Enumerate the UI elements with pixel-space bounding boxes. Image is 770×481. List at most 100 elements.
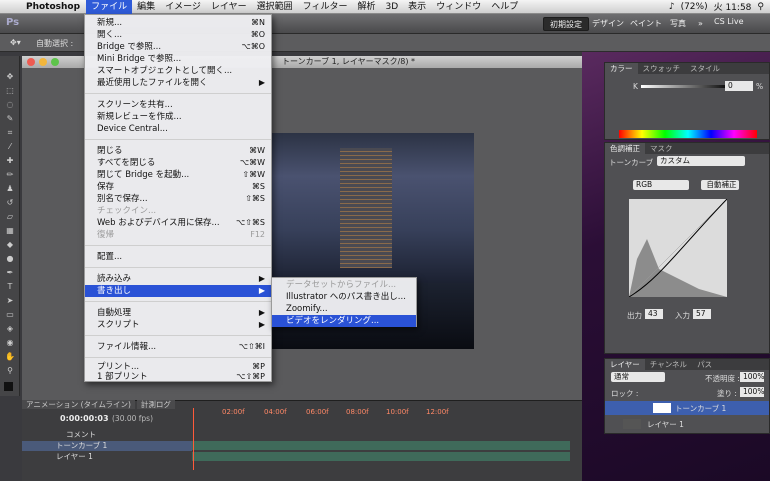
clock[interactable]: 火 11:58 (714, 0, 752, 13)
lasso-tool-icon[interactable]: ◌ (4, 100, 16, 110)
track-layer1[interactable] (192, 452, 570, 461)
tab-color[interactable]: カラー (605, 63, 638, 74)
menu-item-save-for-web[interactable]: Web およびデバイス用に保存... ⌥⇧⌘S (85, 217, 271, 229)
menu-item-device-central[interactable]: Device Central... (85, 123, 271, 135)
marquee-tool-icon[interactable]: ⬚ (4, 86, 16, 96)
menu-view[interactable]: 表示 (403, 0, 431, 14)
menu-item-create-review[interactable]: 新規レビューを作成... (85, 111, 271, 123)
auto-select-checkbox[interactable]: 自動選択 : (36, 38, 73, 49)
auto-button[interactable]: 自動補正 (701, 180, 739, 190)
menu-item-close-go-bridge[interactable]: 閉じて Bridge を起動... ⇧⌘W (85, 169, 271, 181)
menu-item-automate[interactable]: 自動処理 ▶ (85, 307, 271, 319)
type-tool-icon[interactable]: T (4, 282, 16, 292)
move-tool-icon[interactable]: ✥ (4, 72, 16, 82)
tab-swatches[interactable]: スウォッチ (638, 63, 686, 74)
menu-item-save[interactable]: 保存 ⌘S (85, 181, 271, 193)
layer-row-curves[interactable]: トーンカーブ 1 (605, 401, 769, 415)
menu-item-open-smart-object[interactable]: スマートオブジェクトとして開く... (85, 65, 271, 77)
menu-item-share-screen[interactable]: スクリーンを共有... (85, 99, 271, 111)
layer-row-1[interactable]: レイヤー 1 (605, 417, 769, 431)
path-select-icon[interactable]: ➤ (4, 296, 16, 306)
close-window-icon[interactable] (27, 58, 35, 66)
menu-3d[interactable]: 3D (381, 0, 404, 14)
menu-layer[interactable]: レイヤー (206, 0, 252, 14)
output-field[interactable]: 43 (645, 309, 663, 319)
battery-status[interactable]: (72%) (681, 2, 708, 12)
tab-styles[interactable]: スタイル (685, 63, 725, 74)
tab-masks[interactable]: マスク (645, 143, 678, 154)
menu-image[interactable]: イメージ (160, 0, 206, 14)
menu-item-save-as[interactable]: 別名で保存... ⇧⌘S (85, 193, 271, 205)
tab-adjustments[interactable]: 色調補正 (605, 143, 645, 154)
timeline-row-curves[interactable]: トーンカーブ 1 (22, 441, 192, 451)
crop-tool-icon[interactable]: ⌗ (4, 128, 16, 138)
history-brush-icon[interactable]: ↺ (4, 198, 16, 208)
blur-tool-icon[interactable]: ◆ (4, 240, 16, 250)
menu-item-print-one-copy[interactable]: 1 部プリント ⌥⇧⌘P (85, 371, 271, 383)
workspace-more[interactable]: » (692, 17, 709, 31)
menu-analysis[interactable]: 解析 (353, 0, 381, 14)
foreground-color-swatch[interactable] (4, 382, 13, 391)
timeline-row-comment[interactable]: コメント (22, 430, 192, 440)
menu-item-new[interactable]: 新規... ⌘N (85, 17, 271, 29)
menu-filter[interactable]: フィルター (298, 0, 353, 14)
brush-tool-icon[interactable]: ✏ (4, 170, 16, 180)
menu-item-open-recent[interactable]: 最近使用したファイルを開く ▶ (85, 77, 271, 89)
workspace-essentials[interactable]: 初期設定 (543, 17, 589, 31)
submenu-item-zoomify[interactable]: Zoomify... (272, 303, 416, 315)
color-ramp[interactable] (619, 130, 757, 138)
channel-select[interactable]: RGB (633, 180, 689, 190)
menu-item-close[interactable]: 閉じる ⌘W (85, 145, 271, 157)
timeline-row-layer1[interactable]: レイヤー 1 (22, 452, 192, 462)
cs-live-button[interactable]: CS Live (714, 17, 744, 26)
k-value-field[interactable]: 0 (725, 81, 753, 91)
menu-item-import[interactable]: 読み込み ▶ (85, 273, 271, 285)
app-menu[interactable]: Photoshop (20, 2, 86, 12)
tab-animation-timeline[interactable]: アニメーション (タイムライン) (22, 400, 135, 409)
menu-file[interactable]: ファイル (86, 0, 133, 14)
pen-tool-icon[interactable]: ✒ (4, 268, 16, 278)
zoom-tool-icon[interactable]: ⚲ (4, 366, 16, 376)
workspace-photo[interactable]: 写真 (664, 17, 692, 31)
menu-help[interactable]: ヘルプ (486, 0, 523, 14)
playhead[interactable] (193, 408, 194, 470)
spotlight-icon[interactable]: ⚲ (757, 2, 764, 12)
gradient-tool-icon[interactable]: ▦ (4, 226, 16, 236)
track-curves[interactable] (192, 441, 570, 450)
menu-item-browse-bridge[interactable]: Bridge で参照... ⌥⌘O (85, 41, 271, 53)
dodge-tool-icon[interactable]: ● (4, 254, 16, 264)
curves-preset-select[interactable]: カスタム (657, 156, 745, 166)
menu-select[interactable]: 選択範囲 (252, 0, 298, 14)
quick-select-tool-icon[interactable]: ✎ (4, 114, 16, 124)
submenu-item-paths-to-illustrator[interactable]: Illustrator へのパス書き出し... (272, 291, 416, 303)
menu-item-file-info[interactable]: ファイル情報... ⌥⇧⌘I (85, 341, 271, 353)
shape-tool-icon[interactable]: ▭ (4, 310, 16, 320)
zoom-window-icon[interactable] (51, 58, 59, 66)
menu-item-export[interactable]: 書き出し ▶ (85, 285, 271, 297)
tab-channels[interactable]: チャンネル (645, 359, 692, 370)
k-slider[interactable] (641, 85, 731, 88)
eyedropper-tool-icon[interactable]: ⁄ (4, 142, 16, 152)
tab-layers[interactable]: レイヤー (605, 359, 645, 370)
move-tool-icon[interactable]: ✥▾ (10, 38, 21, 47)
menu-item-scripts[interactable]: スクリプト ▶ (85, 319, 271, 331)
minimize-window-icon[interactable] (39, 58, 47, 66)
eraser-tool-icon[interactable]: ▱ (4, 212, 16, 222)
3d-camera-icon[interactable]: ◉ (4, 338, 16, 348)
submenu-item-render-video[interactable]: ビデオをレンダリング... (272, 315, 416, 327)
blend-mode-select[interactable]: 通常 (611, 372, 665, 382)
menu-item-mini-bridge[interactable]: Mini Bridge で参照... (85, 53, 271, 65)
tab-paths[interactable]: パス (692, 359, 717, 370)
workspace-paint[interactable]: ペイント (624, 17, 668, 31)
volume-icon[interactable]: ♪ (669, 2, 675, 12)
3d-tool-icon[interactable]: ◈ (4, 324, 16, 334)
menu-item-place[interactable]: 配置... (85, 251, 271, 263)
menu-edit[interactable]: 編集 (132, 0, 160, 14)
fill-field[interactable]: 100% (740, 387, 764, 397)
input-field[interactable]: 57 (693, 309, 711, 319)
hand-tool-icon[interactable]: ✋ (4, 352, 16, 362)
tab-measurement-log[interactable]: 計測ログ (136, 400, 175, 409)
menu-window[interactable]: ウィンドウ (431, 0, 486, 14)
curves-graph[interactable] (629, 199, 727, 297)
menu-item-close-all[interactable]: すべてを閉じる ⌥⌘W (85, 157, 271, 169)
